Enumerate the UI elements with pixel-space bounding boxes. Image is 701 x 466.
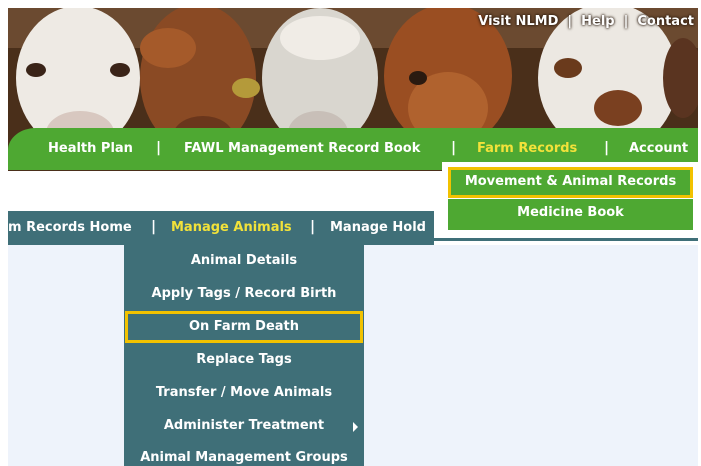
menu-item-movement-animal-records[interactable]: Movement & Animal Records <box>448 167 693 198</box>
nav-separator: | <box>156 140 162 156</box>
menu-item-administer-treatment[interactable]: Administer Treatment <box>124 410 364 442</box>
top-link-separator: | <box>567 14 573 29</box>
manage-animals-dropdown: Animal Details Apply Tags / Record Birth… <box>124 245 364 466</box>
subnav-separator: | <box>151 219 157 235</box>
farm-records-dropdown: Movement & Animal Records Medicine Book <box>442 162 698 238</box>
menu-item-medicine-book[interactable]: Medicine Book <box>448 199 693 230</box>
header-banner: Visit NLMD | Help | Contact Health Plan | FA… <box>8 8 698 171</box>
nav-item-account[interactable]: Account <box>629 141 688 156</box>
submenu-arrow-icon <box>353 422 358 432</box>
sub-nav: m Records Home | Manage Animals | Manage… <box>8 211 434 245</box>
subnav-item-manage-animals[interactable]: Manage Animals <box>171 220 292 235</box>
top-link-separator: | <box>623 14 629 29</box>
nav-separator: | <box>604 140 610 156</box>
menu-item-animal-management-groups[interactable]: Animal Management Groups <box>124 442 364 466</box>
subnav-item-manage-holdings[interactable]: Manage Hold <box>330 220 426 235</box>
help-link[interactable]: Help <box>581 14 614 29</box>
subnav-item-farm-records-home[interactable]: m Records Home <box>8 220 132 235</box>
subnav-underline <box>434 238 698 241</box>
nav-separator: | <box>451 140 457 156</box>
page-frame: Visit NLMD | Help | Contact Health Plan | FA… <box>8 8 698 466</box>
menu-item-administer-treatment-label: Administer Treatment <box>163 418 325 433</box>
top-links: Visit NLMD | Help | Contact <box>476 14 696 29</box>
nav-item-farm-records[interactable]: Farm Records <box>477 141 577 156</box>
menu-item-transfer-move-animals[interactable]: Transfer / Move Animals <box>124 377 364 409</box>
contact-link[interactable]: Contact <box>637 14 694 29</box>
nav-item-health-plan[interactable]: Health Plan <box>48 141 133 156</box>
menu-item-animal-details[interactable]: Animal Details <box>124 245 364 277</box>
menu-item-replace-tags[interactable]: Replace Tags <box>124 344 364 376</box>
menu-item-apply-tags-record-birth[interactable]: Apply Tags / Record Birth <box>124 278 364 310</box>
nav-item-fawl-management[interactable]: FAWL Management Record Book <box>184 141 420 156</box>
visit-nlmd-link[interactable]: Visit NLMD <box>478 14 558 29</box>
menu-item-on-farm-death[interactable]: On Farm Death <box>125 311 363 343</box>
subnav-separator: | <box>310 219 316 235</box>
